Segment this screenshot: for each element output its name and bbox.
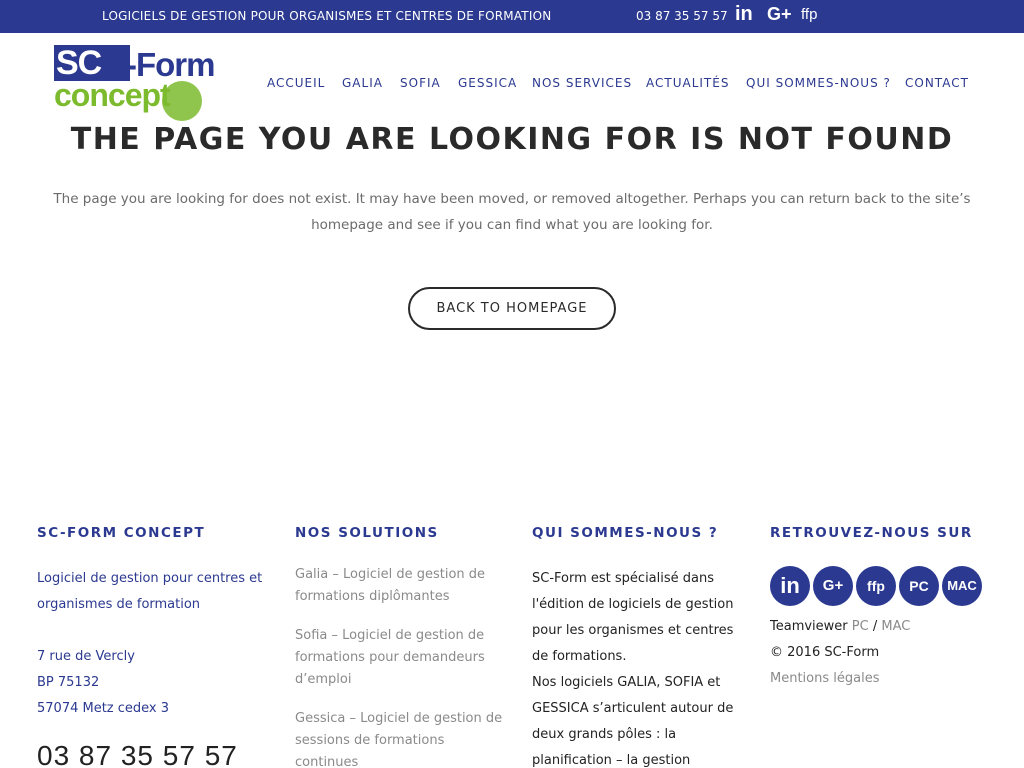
tagline: LOGICIELS DE GESTION POUR ORGANISMES ET … <box>102 9 552 23</box>
google-plus-icon[interactable]: G+ <box>767 4 792 25</box>
footer-heading-find-us: RETROUVEZ-NOUS SUR <box>770 525 973 541</box>
nav-item-contact[interactable]: CONTACT <box>905 76 969 90</box>
teamviewer-label: Teamviewer <box>770 619 848 634</box>
nav-item-galia[interactable]: GALIA <box>342 76 383 90</box>
about-line: planification – la gestion <box>532 753 691 768</box>
solution-link-gessica[interactable]: Gessica – Logiciel de gestion de session… <box>295 708 502 768</box>
ffp-icon[interactable]: ffp <box>801 6 817 23</box>
address-line: 57074 Metz cedex 3 <box>37 701 170 716</box>
linkedin-icon[interactable]: in <box>735 3 753 26</box>
about-line: Nos logiciels GALIA, SOFIA et <box>532 675 721 690</box>
nav-item-qui-sommes-nous[interactable]: QUI SOMMES-NOUS ? <box>746 76 891 90</box>
link-line: formations pour demandeurs <box>295 650 485 665</box>
about-text: SC-Form est spécialisé dans l'édition de… <box>532 566 733 768</box>
footer-heading-about: QUI SOMMES-NOUS ? <box>532 525 719 541</box>
nav-item-sofia[interactable]: SOFIA <box>400 76 441 90</box>
about-line: l'édition de logiciels de gestion <box>532 597 734 612</box>
about-line: deux grands pôles : la <box>532 727 677 742</box>
nav-item-gessica[interactable]: GESSICA <box>458 76 517 90</box>
link-line: formations diplômantes <box>295 589 450 604</box>
top-bar: LOGICIELS DE GESTION POUR ORGANISMES ET … <box>0 0 1024 33</box>
link-line: Gessica – Logiciel de gestion de <box>295 711 503 726</box>
footer-heading-solutions: NOS SOLUTIONS <box>295 525 439 541</box>
footer-phone[interactable]: 03 87 35 57 57 <box>37 740 238 768</box>
about-line: SC-Form est spécialisé dans <box>532 571 715 586</box>
link-line: Galia – Logiciel de gestion de <box>295 567 486 582</box>
nav-item-nos-services[interactable]: NOS SERVICES <box>532 76 632 90</box>
solution-link-galia[interactable]: Galia – Logiciel de gestion de formation… <box>295 564 485 608</box>
back-to-homepage-button[interactable]: BACK TO HOMEPAGE <box>408 287 616 330</box>
not-found-description: The page you are looking for does not ex… <box>53 191 971 233</box>
copyright: © 2016 SC-Form <box>770 645 880 660</box>
footer-heading-company: SC-FORM CONCEPT <box>37 525 206 541</box>
link-line: d’emploi <box>295 672 352 687</box>
linkedin-icon[interactable]: in <box>770 566 810 606</box>
google-plus-icon[interactable]: G+ <box>813 566 853 606</box>
nav-item-accueil[interactable]: ACCUEIL <box>267 76 325 90</box>
teamviewer-separator: / <box>872 619 878 634</box>
main-nav: ACCUEIL GALIA SOFIA GESSICA NOS SERVICES… <box>0 76 1024 92</box>
about-line: pour les organismes et centres <box>532 623 734 638</box>
teamviewer-line: Teamviewer PC / MAC <box>770 614 910 640</box>
link-line: continues <box>295 755 359 768</box>
address-line: 7 rue de Vercly <box>37 649 135 664</box>
pc-icon[interactable]: PC <box>899 566 939 606</box>
company-description-line: organismes de formation <box>37 597 201 612</box>
company-description-line: Logiciel de gestion pour centres et <box>37 571 263 586</box>
ffp-icon[interactable]: ffp <box>856 566 896 606</box>
solution-link-sofia[interactable]: Sofia – Logiciel de gestion de formation… <box>295 625 485 691</box>
topbar-phone[interactable]: 03 87 35 57 57 <box>636 9 728 23</box>
teamviewer-mac-link[interactable]: MAC <box>881 619 910 634</box>
teamviewer-pc-link[interactable]: PC <box>852 619 869 634</box>
legal-notice-link[interactable]: Mentions légales <box>770 666 879 692</box>
address-line: BP 75132 <box>37 675 100 690</box>
page-title: THE PAGE YOU ARE LOOKING FOR IS NOT FOUN… <box>70 122 954 157</box>
nav-item-actualites[interactable]: ACTUALITÉS <box>646 76 729 90</box>
mac-icon[interactable]: MAC <box>942 566 982 606</box>
link-line: Sofia – Logiciel de gestion de <box>295 628 485 643</box>
link-line: sessions de formations <box>295 733 445 748</box>
about-line: de formations. <box>532 649 627 664</box>
about-line: GESSICA s’articulent autour de <box>532 701 734 716</box>
